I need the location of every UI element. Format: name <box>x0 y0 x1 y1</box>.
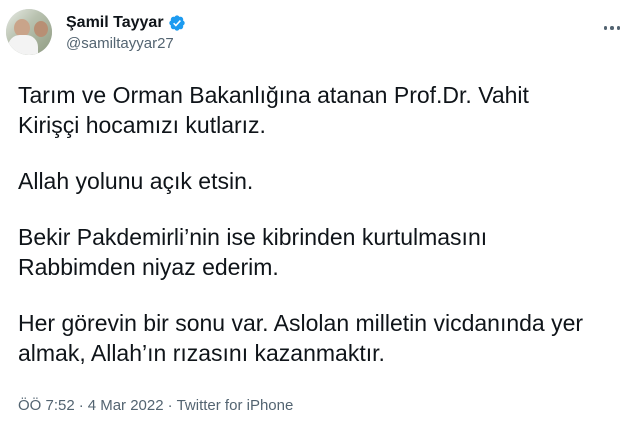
tweet-line: Bekir Pakdemirli’nin ise kibrinden kurtu… <box>18 224 488 250</box>
tweet-line: Allah yolunu açık etsin. <box>18 168 254 194</box>
more-options-button[interactable] <box>598 18 626 38</box>
author-handle[interactable]: @samiltayyar27 <box>66 35 186 52</box>
tweet-line: almak, Allah’ın rızasını kazanmaktır. <box>18 340 385 366</box>
tweet-paragraph: Bekir Pakdemirli’nin ise kibrinden kurtu… <box>18 222 626 282</box>
tweet-source-link[interactable]: Twitter for iPhone <box>177 397 294 414</box>
tweet-card: Şamil Tayyar @samiltayyar27 Tarım ve Orm… <box>0 0 640 432</box>
tweet-paragraph: Her görevin bir sonu var. Aslolan millet… <box>18 308 626 368</box>
avatar-person-body <box>8 35 38 55</box>
user-info: Şamil Tayyar @samiltayyar27 <box>66 12 186 52</box>
avatar-second-person <box>34 21 48 37</box>
verified-badge-icon <box>168 15 185 31</box>
more-dot-icon <box>610 26 614 30</box>
meta-separator: · <box>78 397 84 414</box>
tweet-time[interactable]: ÖÖ 7:52 <box>18 397 75 414</box>
tweet-date[interactable]: 4 Mar 2022 <box>88 397 164 414</box>
tweet-meta: ÖÖ 7:52 · 4 Mar 2022 · Twitter for iPhone <box>18 397 293 414</box>
more-dot-icon <box>616 26 621 30</box>
tweet-text: Tarım ve Orman Bakanlığına atanan Prof.D… <box>18 80 626 394</box>
name-row: Şamil Tayyar <box>66 12 186 34</box>
tweet-paragraph: Tarım ve Orman Bakanlığına atanan Prof.D… <box>18 80 626 140</box>
meta-separator: · <box>167 397 173 414</box>
avatar[interactable] <box>6 9 52 55</box>
tweet-line: Rabbimden niyaz ederim. <box>18 254 279 280</box>
tweet-header: Şamil Tayyar @samiltayyar27 <box>6 8 626 56</box>
tweet-line: Her görevin bir sonu var. Aslolan millet… <box>18 310 584 336</box>
tweet-line: Tarım ve Orman Bakanlığına atanan Prof.D… <box>18 82 529 108</box>
author-name[interactable]: Şamil Tayyar <box>66 14 164 32</box>
more-dot-icon <box>603 26 608 30</box>
tweet-line: Kirişçi hocamızı kutlarız. <box>18 112 266 138</box>
tweet-paragraph: Allah yolunu açık etsin. <box>18 166 626 196</box>
